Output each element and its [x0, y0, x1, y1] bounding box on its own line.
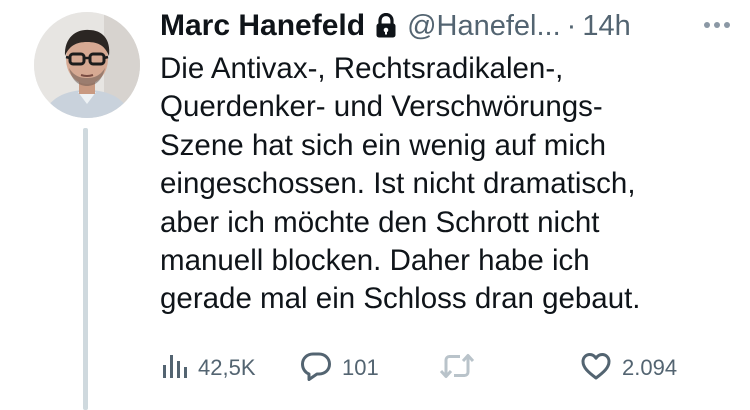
tweet-text-line: eingeschossen. Ist nicht dramatisch,	[160, 167, 636, 201]
views-count: 42,5K	[198, 355, 256, 380]
timestamp[interactable]: 14h	[582, 10, 630, 43]
tweet-actions: 42,5K 101 2.094	[160, 348, 720, 388]
author-name[interactable]: Marc Hanefeld	[160, 9, 365, 43]
like-button[interactable]: 2.094	[580, 348, 677, 388]
avatar[interactable]	[34, 12, 140, 118]
heart-icon	[580, 351, 612, 386]
tweet-text-line: Die Antivax-, Rechtsradikalen-,	[160, 52, 564, 85]
separator-dot: ·	[566, 9, 577, 42]
reply-button[interactable]: 101	[300, 348, 379, 388]
retweet-button	[438, 348, 486, 388]
avatar-image	[34, 12, 140, 118]
replies-count: 101	[342, 355, 379, 380]
tweet-text-line: Querdenker- und Verschwörungs-	[160, 90, 603, 124]
tweet-text-line: gerade mal ein Schloss dran gebaut.	[160, 282, 641, 316]
lock-icon	[375, 13, 397, 39]
reply-icon	[300, 351, 332, 386]
retweet-icon	[438, 351, 476, 386]
tweet-text-line: manuell blocken. Daher habe ich	[160, 244, 590, 278]
more-icon[interactable]	[700, 10, 734, 45]
tweet-header: Marc Hanefeld @Hanefel... · 14h	[160, 6, 740, 46]
views-icon	[160, 352, 188, 385]
views-button[interactable]: 42,5K	[160, 348, 256, 388]
likes-count: 2.094	[622, 355, 678, 380]
tweet-text-line: aber ich möchte den Schrott nicht	[160, 205, 600, 239]
author-handle[interactable]: @Hanefel...	[407, 10, 561, 43]
thread-line	[83, 128, 88, 410]
tweet-text: Die Antivax-, Rechtsradikalen-, Querdenk…	[160, 50, 730, 319]
tweet-text-line: Szene hat sich ein wenig auf mich	[160, 128, 607, 162]
